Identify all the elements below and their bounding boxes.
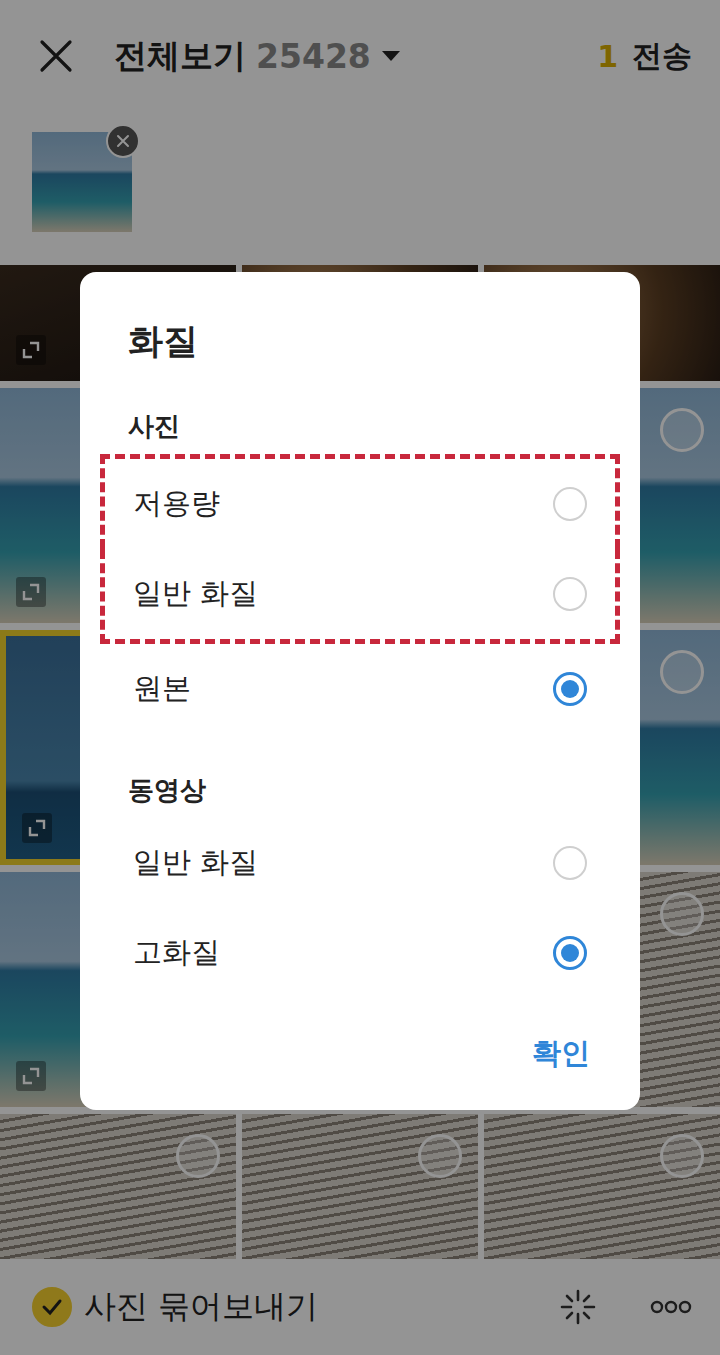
option-label: 저용량	[133, 484, 220, 524]
section-title: 사진	[80, 384, 640, 454]
quality-option[interactable]: 원본	[100, 644, 620, 734]
option-label: 일반 화질	[133, 843, 258, 883]
radio-button[interactable]	[553, 672, 587, 706]
section-title: 동영상	[80, 748, 640, 818]
quality-option[interactable]: 저용량	[100, 454, 620, 549]
quality-option[interactable]: 고화질	[100, 908, 620, 998]
option-label: 일반 화질	[133, 574, 258, 614]
radio-button[interactable]	[553, 846, 587, 880]
quality-dialog: 화질사진저용량일반 화질원본동영상일반 화질고화질확인	[80, 272, 640, 1110]
radio-button[interactable]	[553, 936, 587, 970]
quality-option[interactable]: 일반 화질	[100, 818, 620, 908]
photo-picker: 전체보기254281전송사진 묶어보내기화질사진저용량일반 화질원본동영상일반 …	[0, 0, 720, 1355]
radio-button[interactable]	[553, 577, 587, 611]
radio-button[interactable]	[553, 487, 587, 521]
option-label: 원본	[133, 669, 191, 709]
quality-section: 사진저용량일반 화질원본	[80, 370, 640, 734]
confirm-button[interactable]: 확인	[532, 1034, 590, 1074]
option-label: 고화질	[133, 933, 220, 973]
quality-option[interactable]: 일반 화질	[100, 549, 620, 644]
dialog-title: 화질	[80, 312, 640, 370]
quality-section: 동영상일반 화질고화질	[80, 734, 640, 998]
